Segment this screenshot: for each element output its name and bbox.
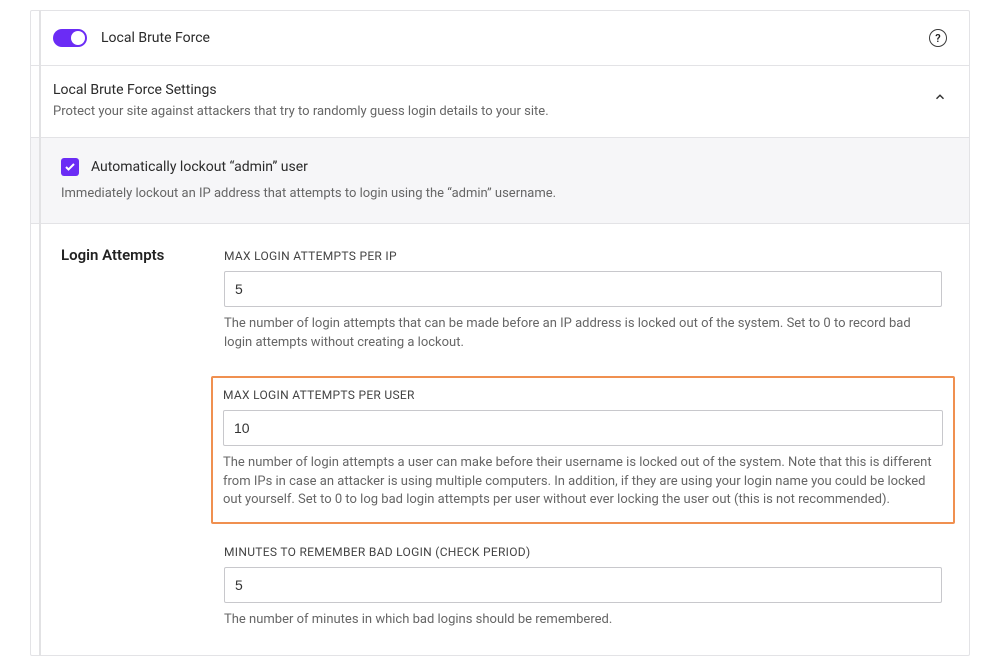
admin-lockout-label: Automatically lockout “admin” user [91, 159, 308, 175]
max-attempts-per-user-input[interactable] [223, 410, 943, 446]
admin-lockout-checkbox[interactable] [61, 158, 79, 176]
max-attempts-per-user-group: MAX LOGIN ATTEMPTS PER USER The number o… [211, 376, 955, 525]
field-label: MAX LOGIN ATTEMPTS PER USER [223, 388, 943, 402]
max-attempts-per-ip-input[interactable] [224, 271, 942, 307]
help-icon[interactable]: ? [929, 29, 947, 47]
login-attempts-title: Login Attempts [61, 246, 181, 264]
local-brute-force-panel: Local Brute Force ? Local Brute Force Se… [30, 10, 970, 656]
field-label: MAX LOGIN ATTEMPTS PER IP [224, 249, 942, 263]
minutes-remember-input[interactable] [224, 567, 942, 603]
vertical-divider [39, 10, 41, 656]
check-icon [64, 161, 76, 173]
chevron-up-icon[interactable] [933, 90, 947, 108]
minutes-remember-group: MINUTES TO REMEMBER BAD LOGIN (CHECK PER… [221, 542, 945, 633]
max-attempts-per-ip-group: MAX LOGIN ATTEMPTS PER IP The number of … [221, 246, 945, 356]
settings-desc: Protect your site against attackers that… [53, 104, 933, 119]
admin-lockout-desc: Immediately lockout an IP address that a… [61, 186, 945, 201]
field-help: The number of minutes in which bad login… [224, 611, 942, 630]
field-label: MINUTES TO REMEMBER BAD LOGIN (CHECK PER… [224, 545, 942, 559]
login-attempts-section: Login Attempts MAX LOGIN ATTEMPTS PER IP… [31, 224, 969, 655]
panel-subheader[interactable]: Local Brute Force Settings Protect your … [31, 66, 969, 138]
local-brute-force-toggle[interactable] [53, 29, 87, 47]
field-help: The number of login attempts that can be… [224, 315, 942, 353]
panel-title: Local Brute Force [101, 30, 929, 46]
panel-header: Local Brute Force ? [31, 11, 969, 66]
toggle-knob [71, 31, 85, 45]
admin-lockout-section: Automatically lockout “admin” user Immed… [31, 138, 969, 224]
field-help: The number of login attempts a user can … [223, 454, 943, 511]
settings-title: Local Brute Force Settings [53, 82, 933, 98]
